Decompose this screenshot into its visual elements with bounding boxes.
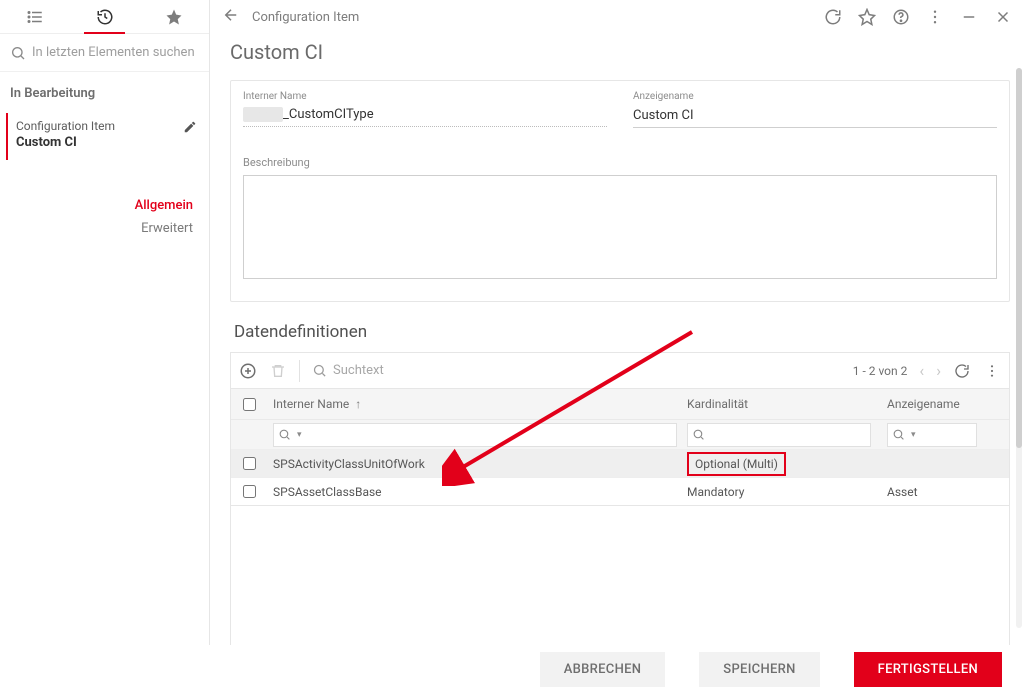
grid-select-all[interactable] xyxy=(243,398,256,411)
filter-internal-name[interactable]: ▾ xyxy=(273,423,677,447)
trash-icon xyxy=(270,363,286,379)
cell-cardinality: Mandatory xyxy=(687,485,887,499)
internal-name-label: Interner Name xyxy=(243,91,607,102)
sidebar-item-subtitle: Custom CI xyxy=(16,135,115,150)
search-icon xyxy=(10,45,26,61)
cancel-button[interactable]: ABBRECHEN xyxy=(540,652,666,687)
internal-name-value: _CustomCIType xyxy=(283,107,374,122)
grid-more[interactable] xyxy=(983,362,1001,380)
cell-internal-name: SPSAssetClassBase xyxy=(267,485,687,499)
sidebar-search[interactable] xyxy=(0,34,209,72)
main-panel: Configuration Item Custom CI Interner Na… xyxy=(210,0,1024,645)
page-title: Custom CI xyxy=(210,34,1024,80)
star-outline-icon[interactable] xyxy=(858,8,876,26)
back-button[interactable] xyxy=(222,6,240,28)
edit-icon[interactable] xyxy=(183,119,197,138)
chevron-down-icon: ▾ xyxy=(297,430,302,440)
minimize-icon[interactable] xyxy=(960,8,978,26)
refresh-icon[interactable] xyxy=(824,8,842,26)
content-scroll[interactable]: Interner Name xxxx_CustomCIType Anzeigen… xyxy=(210,80,1024,645)
chevron-down-icon: ▾ xyxy=(911,430,916,440)
cell-internal-name: SPSActivityClassUnitOfWork xyxy=(267,457,687,471)
grid-pager: 1 - 2 von 2 xyxy=(853,364,908,378)
filter-cardinality[interactable] xyxy=(687,423,871,447)
row-checkbox[interactable] xyxy=(243,457,256,470)
sidebar-tab-history[interactable] xyxy=(70,0,140,33)
scrollbar[interactable] xyxy=(1016,68,1022,628)
plus-circle-icon xyxy=(239,362,257,380)
sidebar-heading: In Bearbeitung xyxy=(0,72,209,113)
sidebar: In Bearbeitung Configuration Item Custom… xyxy=(0,0,210,645)
delete-button[interactable] xyxy=(269,362,287,380)
data-grid: Interner Name ↑ Kardinalität Anzeigename… xyxy=(230,388,1010,506)
form-panel: Interner Name xxxx_CustomCIType Anzeigen… xyxy=(230,80,1010,302)
scrollbar-thumb[interactable] xyxy=(1016,68,1022,448)
close-icon[interactable] xyxy=(994,8,1012,26)
pager-prev[interactable]: ‹ xyxy=(919,361,924,380)
refresh-icon xyxy=(954,363,970,379)
search-icon xyxy=(892,428,905,441)
grid-search-input[interactable] xyxy=(333,363,499,378)
description-label: Beschreibung xyxy=(243,156,997,169)
table-row[interactable]: SPSActivityClassUnitOfWork Optional (Mul… xyxy=(231,449,1009,477)
grid-empty-area xyxy=(230,506,1010,645)
help-icon[interactable] xyxy=(892,8,910,26)
more-vert-icon xyxy=(984,363,1000,379)
history-icon xyxy=(96,8,114,26)
save-button[interactable]: SPEICHERN xyxy=(699,652,819,687)
row-checkbox[interactable] xyxy=(243,485,256,498)
grid-section-title: Datendefinitionen xyxy=(230,322,1010,352)
finish-button[interactable]: FERTIGSTELLEN xyxy=(854,652,1002,687)
sidebar-tab-favorites[interactable] xyxy=(139,0,209,33)
description-field[interactable] xyxy=(243,175,997,279)
internal-name-field[interactable]: xxxx_CustomCIType xyxy=(243,104,607,127)
sidebar-tabs xyxy=(0,0,209,34)
display-name-field[interactable] xyxy=(633,105,997,128)
sort-asc-icon: ↑ xyxy=(355,397,361,411)
obscured-prefix: xxxx xyxy=(243,107,283,122)
sidebar-search-input[interactable] xyxy=(32,45,199,60)
col-cardinality[interactable]: Kardinalität xyxy=(687,397,887,411)
more-vert-icon[interactable] xyxy=(926,8,944,26)
pager-next[interactable]: › xyxy=(936,361,941,380)
arrow-left-icon xyxy=(222,6,240,24)
search-icon xyxy=(692,428,705,441)
col-display-name[interactable]: Anzeigename xyxy=(887,397,1009,411)
list-icon xyxy=(26,8,44,26)
sidebar-sub-advanced[interactable]: Erweitert xyxy=(0,217,209,240)
grid-filter-row: ▾ ▾ xyxy=(231,419,1009,449)
filter-display-name[interactable]: ▾ xyxy=(887,423,977,447)
add-button[interactable] xyxy=(239,362,257,380)
sidebar-item-title: Configuration Item xyxy=(16,119,115,133)
cell-cardinality-highlighted: Optional (Multi) xyxy=(687,452,786,476)
search-icon xyxy=(278,428,291,441)
star-icon xyxy=(165,8,183,26)
col-internal-name[interactable]: Interner Name xyxy=(273,397,349,411)
search-icon xyxy=(312,363,327,378)
sidebar-tab-list[interactable] xyxy=(0,0,70,33)
grid-header: Interner Name ↑ Kardinalität Anzeigename xyxy=(231,389,1009,419)
display-name-label: Anzeigename xyxy=(633,91,997,102)
cell-display-name: Asset xyxy=(887,485,1009,499)
sidebar-item-config[interactable]: Configuration Item Custom CI xyxy=(0,113,209,160)
grid-search[interactable] xyxy=(312,363,499,378)
sidebar-sub-general[interactable]: Allgemein xyxy=(0,194,209,217)
breadcrumb: Configuration Item xyxy=(252,10,359,25)
grid-toolbar: 1 - 2 von 2 ‹ › xyxy=(230,352,1010,388)
grid-refresh[interactable] xyxy=(953,362,971,380)
table-row[interactable]: SPSAssetClassBase Mandatory Asset xyxy=(231,477,1009,505)
footer: ABBRECHEN SPEICHERN FERTIGSTELLEN xyxy=(210,645,1024,693)
top-bar: Configuration Item xyxy=(210,0,1024,34)
